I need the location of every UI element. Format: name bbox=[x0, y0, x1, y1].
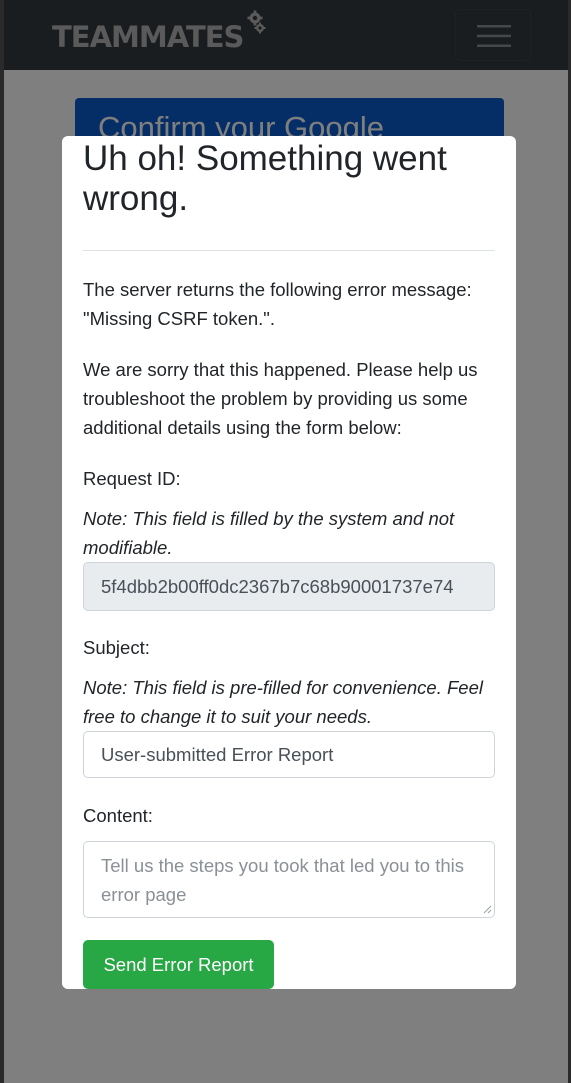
frame-edge-left bbox=[0, 0, 4, 1083]
error-message: The server returns the following error m… bbox=[83, 279, 472, 329]
subject-field[interactable] bbox=[83, 731, 495, 778]
resize-grip-icon[interactable] bbox=[482, 904, 492, 914]
request-id-field[interactable] bbox=[83, 562, 495, 611]
request-id-note: Note: This field is filled by the system… bbox=[83, 508, 455, 558]
send-error-report-button[interactable]: Send Error Report bbox=[83, 940, 274, 989]
title-divider bbox=[83, 250, 495, 251]
dialog-title: Uh oh! Something went wrong. bbox=[83, 139, 447, 218]
subject-label: Subject: bbox=[83, 637, 150, 658]
error-dialog: Uh oh! Something went wrong. The server … bbox=[62, 136, 516, 989]
content-label: Content: bbox=[83, 805, 153, 826]
subject-note: Note: This field is pre-filled for conve… bbox=[83, 677, 483, 727]
apology-text: We are sorry that this happened. Please … bbox=[83, 359, 478, 438]
content-textarea[interactable] bbox=[83, 841, 495, 918]
request-id-label: Request ID: bbox=[83, 468, 181, 489]
